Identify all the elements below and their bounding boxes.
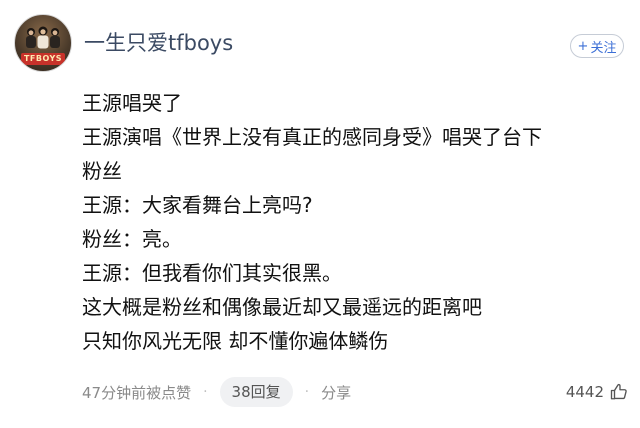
post-line: 只知你风光无限 却不懂你遍体鳞伤 <box>82 329 389 353</box>
post-line: 王源唱哭了 <box>82 91 182 115</box>
thumbs-up-icon <box>610 383 627 400</box>
post-line: 这大概是粉丝和偶像最近却又最遥远的距离吧 <box>82 295 482 319</box>
timestamp: 47分钟前被点赞 <box>82 383 192 402</box>
plus-icon: + <box>577 38 589 54</box>
reply-button[interactable]: 38回复 <box>219 377 293 407</box>
like-button[interactable]: 4442 <box>566 383 628 401</box>
follow-label: 关注 <box>590 40 617 56</box>
post-line: 王源：大家看舞台上亮吗? <box>82 193 313 217</box>
separator: · <box>304 384 310 400</box>
post-content: 王源唱哭了 王源演唱《世界上没有真正的感同身受》唱哭了台下 粉丝 王源：大家看舞… <box>82 86 628 358</box>
avatar-logo: TFBOYS <box>21 53 65 65</box>
like-count: 4442 <box>565 383 604 401</box>
share-button[interactable]: 分享 <box>321 382 351 403</box>
post-footer: 47分钟前被点赞 · 38回复 · 分享 4442 <box>82 374 628 410</box>
avatar-figures <box>26 26 60 49</box>
avatar[interactable]: TFBOYS <box>14 14 72 72</box>
post-line: 粉丝：亮。 <box>82 227 182 251</box>
username[interactable]: 一生只爱tfboys <box>84 30 233 56</box>
separator: · <box>203 384 208 400</box>
share-label: 分享 <box>321 383 352 402</box>
post-header: TFBOYS 一生只爱tfboys + 关注 <box>0 0 640 86</box>
post-line: 王源：但我看你们其实很黑。 <box>82 261 342 285</box>
post-line: 王源演唱《世界上没有真正的感同身受》唱哭了台下 <box>82 125 542 149</box>
post-line: 粉丝 <box>82 159 122 183</box>
follow-button[interactable]: + 关注 <box>570 34 624 58</box>
